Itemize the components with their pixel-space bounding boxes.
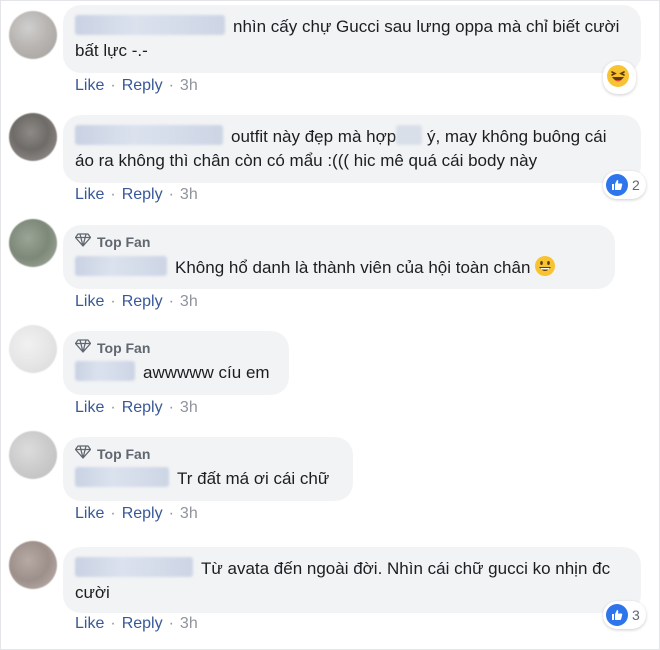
top-fan-badge: Top Fan [74, 233, 601, 251]
like-reaction-icon [606, 174, 628, 196]
blurred-author-name[interactable] [75, 557, 193, 577]
diamond-icon [74, 233, 92, 251]
top-fan-label: Top Fan [97, 446, 151, 462]
avatar[interactable] [9, 431, 57, 479]
reply-link[interactable]: Reply [122, 505, 163, 523]
comment-thread: nhìn cấy chự Gucci sau lưng oppa mà chỉ … [0, 0, 660, 650]
comment-text-part-1: outfit này đẹp mà hợp [231, 127, 397, 146]
blurred-author-name[interactable] [75, 361, 135, 381]
reaction-count: 2 [632, 177, 640, 193]
avatar[interactable] [9, 113, 57, 161]
top-fan-badge: Top Fan [74, 339, 275, 357]
like-link[interactable]: Like [75, 186, 104, 204]
blurred-word [396, 125, 423, 145]
diamond-icon [74, 445, 92, 463]
top-fan-badge: Top Fan [74, 445, 339, 463]
comment-bubble: Top Fan Không hổ danh là thành viên của … [63, 225, 615, 289]
like-link[interactable]: Like [75, 77, 104, 95]
timestamp[interactable]: 3h [180, 293, 198, 311]
comment-bubble: nhìn cấy chự Gucci sau lưng oppa mà chỉ … [63, 5, 641, 73]
top-fan-label: Top Fan [97, 340, 151, 356]
blurred-author-name[interactable] [75, 467, 169, 487]
comment-text: Tr đất má ơi cái chữ [177, 469, 330, 488]
reaction-summary[interactable] [603, 61, 636, 94]
grinning-emoji-icon [534, 255, 556, 284]
diamond-icon [74, 339, 92, 357]
timestamp[interactable]: 3h [180, 399, 198, 417]
comment-actions: Like · Reply · 3h [75, 186, 198, 204]
comment-text: Không hổ danh là thành viên của hội toàn… [175, 258, 531, 277]
comment-actions: Like · Reply · 3h [75, 615, 198, 633]
like-link[interactable]: Like [75, 615, 104, 633]
haha-icon [606, 64, 630, 91]
timestamp[interactable]: 3h [180, 615, 198, 633]
comment-bubble: outfit này đẹp mà hợp ý, may không buông… [63, 115, 641, 183]
comment-actions: Like · Reply · 3h [75, 293, 198, 311]
like-link[interactable]: Like [75, 399, 104, 417]
reaction-count: 3 [632, 607, 640, 623]
avatar[interactable] [9, 541, 57, 589]
reply-link[interactable]: Reply [122, 615, 163, 633]
timestamp[interactable]: 3h [180, 186, 198, 204]
avatar[interactable] [9, 11, 57, 59]
reaction-summary[interactable]: 2 [603, 171, 646, 199]
avatar[interactable] [9, 219, 57, 267]
reply-link[interactable]: Reply [122, 399, 163, 417]
top-fan-label: Top Fan [97, 234, 151, 250]
comment-actions: Like · Reply · 3h [75, 399, 198, 417]
reply-link[interactable]: Reply [122, 293, 163, 311]
like-link[interactable]: Like [75, 505, 104, 523]
timestamp[interactable]: 3h [180, 77, 198, 95]
comment-bubble: Từ avata đến ngoài đời. Nhìn cái chữ guc… [63, 547, 641, 613]
reply-link[interactable]: Reply [122, 77, 163, 95]
blurred-author-name[interactable] [75, 15, 225, 35]
like-reaction-icon [606, 604, 628, 626]
blurred-author-name[interactable] [75, 256, 167, 276]
like-link[interactable]: Like [75, 293, 104, 311]
comment-bubble: Top Fan awwwww cíu em [63, 331, 289, 395]
reaction-summary[interactable]: 3 [603, 601, 646, 629]
comment-bubble: Top Fan Tr đất má ơi cái chữ [63, 437, 353, 501]
avatar[interactable] [9, 325, 57, 373]
comment-actions: Like · Reply · 3h [75, 505, 198, 523]
timestamp[interactable]: 3h [180, 505, 198, 523]
reply-link[interactable]: Reply [122, 186, 163, 204]
comment-actions: Like · Reply · 3h [75, 77, 198, 95]
comment-text: awwwww cíu em [143, 363, 270, 382]
blurred-author-name[interactable] [75, 125, 223, 145]
